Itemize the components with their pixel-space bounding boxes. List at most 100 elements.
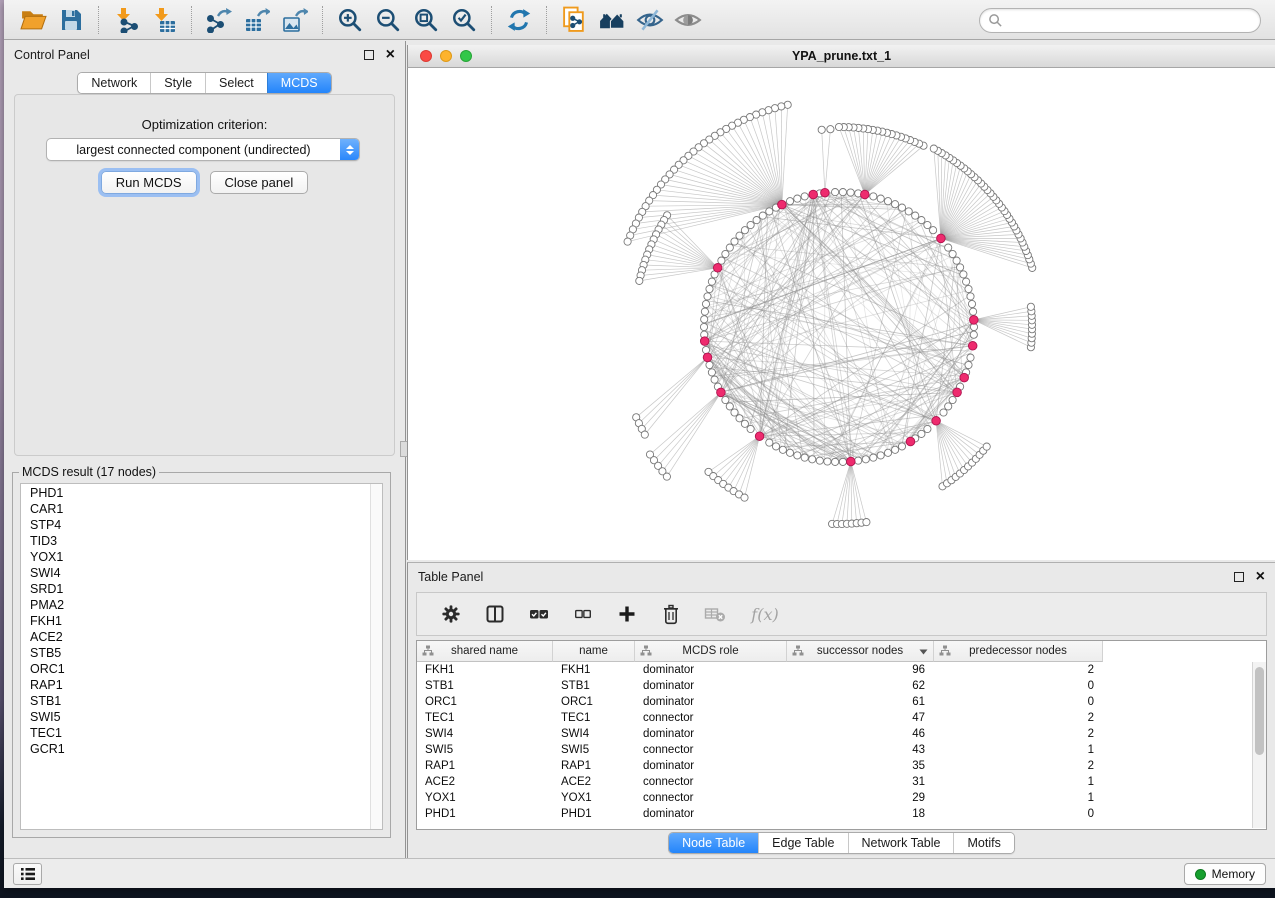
network-node[interactable] bbox=[967, 354, 974, 361]
network-node[interactable] bbox=[731, 238, 738, 245]
network-node[interactable] bbox=[701, 308, 708, 315]
cell-successor-nodes[interactable]: 61 bbox=[787, 694, 934, 710]
zoom-fit-button[interactable] bbox=[407, 3, 445, 37]
network-node[interactable] bbox=[892, 201, 899, 208]
network-node[interactable] bbox=[949, 250, 956, 257]
mcds-hub-node[interactable] bbox=[821, 188, 830, 197]
open-session-button[interactable] bbox=[14, 3, 52, 37]
network-node[interactable] bbox=[779, 446, 786, 453]
mcds-hub-node[interactable] bbox=[960, 373, 969, 382]
mcds-hub-node[interactable] bbox=[703, 353, 712, 362]
table-row[interactable]: ORC1ORC1dominator610 bbox=[417, 694, 1252, 710]
network-node[interactable] bbox=[700, 323, 707, 330]
network-node[interactable] bbox=[953, 257, 960, 264]
network-node[interactable] bbox=[722, 250, 729, 257]
mcds-hub-node[interactable] bbox=[861, 190, 870, 199]
hide-selected-button[interactable] bbox=[631, 3, 669, 37]
network-node[interactable] bbox=[766, 208, 773, 215]
zoom-out-button[interactable] bbox=[369, 3, 407, 37]
cell-successor-nodes[interactable]: 35 bbox=[787, 758, 934, 774]
mcds-hub-node[interactable] bbox=[968, 342, 977, 351]
cell-MCDS-role[interactable]: dominator bbox=[635, 662, 787, 678]
table-row[interactable]: YOX1YOX1connector291 bbox=[417, 790, 1252, 806]
cell-shared-name[interactable]: TEC1 bbox=[417, 710, 553, 726]
column-header-MCDS-role[interactable]: MCDS role bbox=[635, 641, 787, 662]
network-node[interactable] bbox=[786, 449, 793, 456]
network-node[interactable] bbox=[794, 452, 801, 459]
table-row[interactable]: SWI5SWI5connector431 bbox=[417, 742, 1252, 758]
cell-shared-name[interactable]: SWI4 bbox=[417, 726, 553, 742]
network-node[interactable] bbox=[912, 212, 919, 219]
cell-name[interactable]: ACE2 bbox=[553, 774, 635, 790]
network-node[interactable] bbox=[965, 361, 972, 368]
mcds-result-item[interactable]: SWI5 bbox=[21, 709, 370, 725]
search-input[interactable] bbox=[1008, 14, 1252, 28]
mcds-result-item[interactable]: RAP1 bbox=[21, 677, 370, 693]
mcds-hub-node[interactable] bbox=[937, 234, 946, 243]
network-node[interactable] bbox=[731, 409, 738, 416]
network-node[interactable] bbox=[855, 457, 862, 464]
network-node[interactable] bbox=[772, 443, 779, 450]
cell-MCDS-role[interactable]: dominator bbox=[635, 678, 787, 694]
network-node[interactable] bbox=[641, 431, 648, 438]
network-node[interactable] bbox=[983, 443, 990, 450]
cell-MCDS-role[interactable]: connector bbox=[635, 790, 787, 806]
refresh-layout-button[interactable] bbox=[500, 3, 538, 37]
mcds-hub-node[interactable] bbox=[713, 264, 722, 273]
mcds-hub-node[interactable] bbox=[953, 388, 962, 397]
cell-predecessor-nodes[interactable]: 1 bbox=[934, 774, 1103, 790]
delete-table-button[interactable] bbox=[703, 602, 727, 626]
cell-successor-nodes[interactable]: 46 bbox=[787, 726, 934, 742]
cell-name[interactable]: YOX1 bbox=[553, 790, 635, 806]
network-node[interactable] bbox=[624, 238, 631, 245]
cell-successor-nodes[interactable]: 29 bbox=[787, 790, 934, 806]
result-list-scrollbar[interactable] bbox=[370, 484, 382, 829]
network-node[interactable] bbox=[786, 198, 793, 205]
table-row[interactable]: SWI4SWI4dominator462 bbox=[417, 726, 1252, 742]
network-node[interactable] bbox=[801, 193, 808, 200]
tab-mcds[interactable]: MCDS bbox=[267, 73, 331, 93]
network-node[interactable] bbox=[741, 494, 748, 501]
network-node[interactable] bbox=[970, 308, 977, 315]
cell-successor-nodes[interactable]: 47 bbox=[787, 710, 934, 726]
network-node[interactable] bbox=[957, 264, 964, 271]
cell-shared-name[interactable]: PHD1 bbox=[417, 806, 553, 822]
column-header-predecessor-nodes[interactable]: predecessor nodes bbox=[934, 641, 1103, 662]
network-node[interactable] bbox=[870, 193, 877, 200]
mcds-result-item[interactable]: ACE2 bbox=[21, 629, 370, 645]
cell-name[interactable]: TEC1 bbox=[553, 710, 635, 726]
table-row[interactable]: ACE2ACE2connector311 bbox=[417, 774, 1252, 790]
network-node[interactable] bbox=[905, 208, 912, 215]
mcds-result-item[interactable]: ORC1 bbox=[21, 661, 370, 677]
network-node[interactable] bbox=[718, 257, 725, 264]
network-node[interactable] bbox=[877, 452, 884, 459]
table-scrollbar-thumb[interactable] bbox=[1255, 667, 1264, 755]
float-panel-icon[interactable] bbox=[364, 50, 374, 60]
network-node[interactable] bbox=[835, 123, 842, 130]
memory-button[interactable]: Memory bbox=[1184, 863, 1266, 885]
network-node[interactable] bbox=[960, 271, 967, 278]
deselect-all-button[interactable] bbox=[571, 602, 595, 626]
cell-predecessor-nodes[interactable]: 2 bbox=[934, 726, 1103, 742]
tab-style[interactable]: Style bbox=[150, 73, 205, 93]
network-node[interactable] bbox=[702, 346, 709, 353]
network-node[interactable] bbox=[766, 439, 773, 446]
network-node[interactable] bbox=[1027, 303, 1034, 310]
column-header-shared-name[interactable]: shared name bbox=[417, 641, 553, 662]
export-image-button[interactable] bbox=[276, 3, 314, 37]
mcds-result-item[interactable]: PMA2 bbox=[21, 597, 370, 613]
network-node[interactable] bbox=[898, 443, 905, 450]
cell-shared-name[interactable]: RAP1 bbox=[417, 758, 553, 774]
network-node[interactable] bbox=[824, 458, 831, 465]
network-node[interactable] bbox=[970, 331, 977, 338]
network-node[interactable] bbox=[892, 446, 899, 453]
network-node[interactable] bbox=[940, 409, 947, 416]
select-all-button[interactable] bbox=[527, 602, 551, 626]
mcds-result-item[interactable]: TID3 bbox=[21, 533, 370, 549]
network-node[interactable] bbox=[967, 293, 974, 300]
network-node[interactable] bbox=[832, 458, 839, 465]
mcds-result-item[interactable]: YOX1 bbox=[21, 549, 370, 565]
function-builder-button[interactable]: f(x) bbox=[747, 602, 783, 626]
network-node[interactable] bbox=[702, 300, 709, 307]
network-node[interactable] bbox=[930, 227, 937, 234]
